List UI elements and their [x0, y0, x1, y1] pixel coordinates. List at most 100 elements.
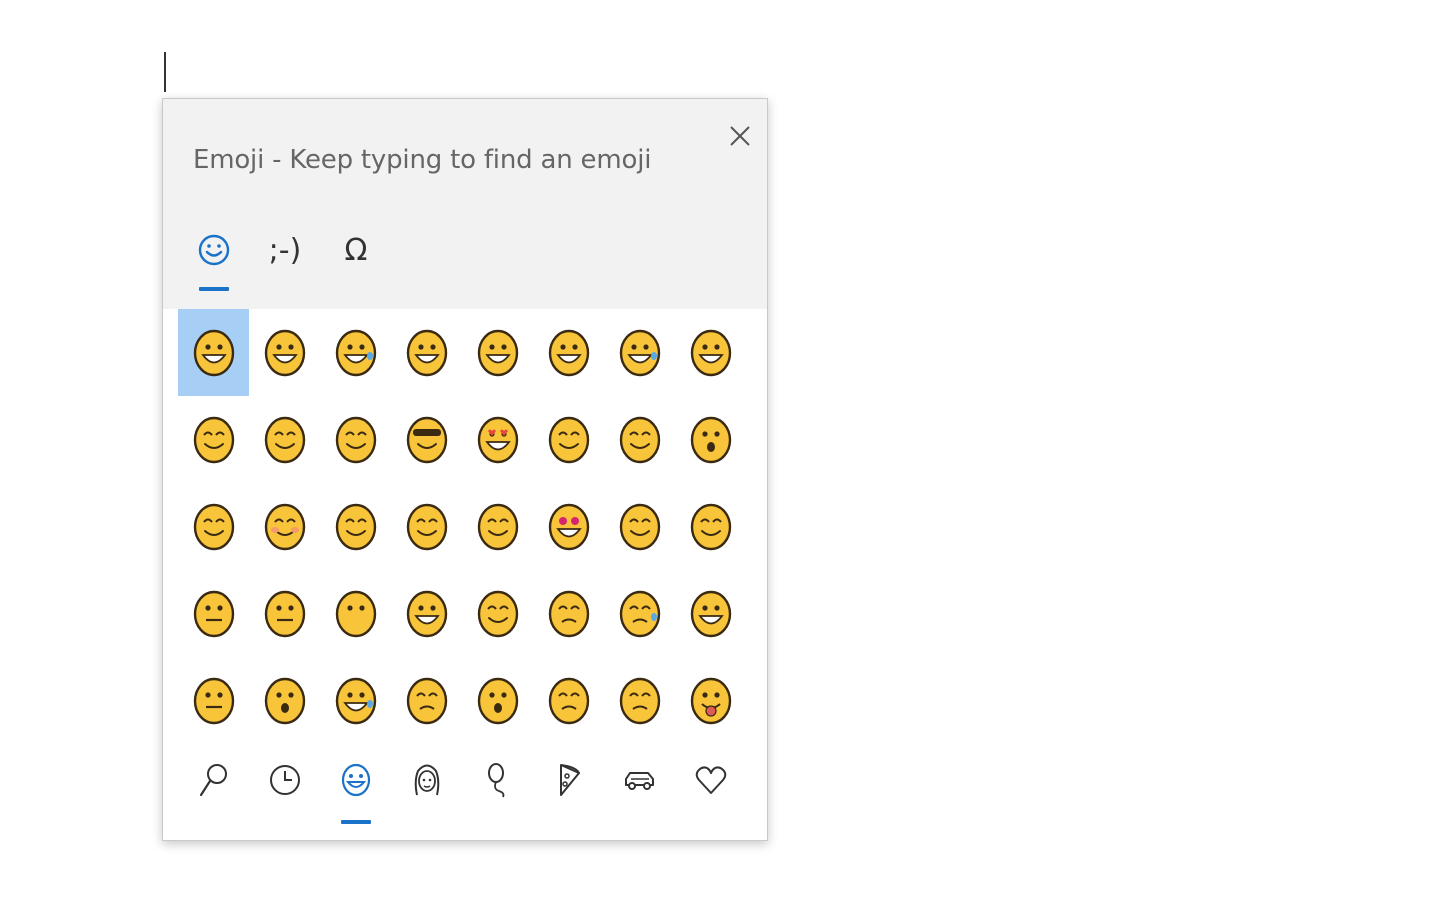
emoji-smiling-hand-over-mouth[interactable] — [178, 483, 249, 570]
symbols-label: Ω — [344, 232, 368, 268]
emoji-face-savoring-food[interactable] — [320, 396, 391, 483]
clock-icon — [270, 765, 300, 795]
tired-face-icon — [406, 677, 447, 724]
emoji-face-without-mouth[interactable] — [320, 570, 391, 657]
emoji-relieved-smiling-face[interactable] — [320, 483, 391, 570]
emoji-rolling-on-floor-laughing[interactable] — [391, 309, 462, 396]
tab-symbols[interactable]: Ω — [331, 225, 381, 275]
emoji-face-open-mouth[interactable] — [675, 570, 746, 657]
emoji-tired-face[interactable] — [391, 657, 462, 744]
emoji-smirking-face[interactable] — [462, 570, 533, 657]
disappointed-relieved-icon — [619, 590, 660, 637]
grimacing-face-icon — [264, 329, 305, 376]
category-travel[interactable] — [615, 755, 665, 805]
emoji-thinking-face[interactable] — [604, 483, 675, 570]
category-symbols[interactable] — [686, 755, 736, 805]
rolling-on-floor-laughing-icon — [406, 329, 447, 376]
emoji-laughing-squinting[interactable] — [675, 309, 746, 396]
panel-header: Emoji - Keep typing to find an emoji ;-)… — [163, 99, 767, 309]
face-rolling-eyes-icon — [406, 590, 447, 637]
grinning-sweat-icon — [619, 329, 660, 376]
category-food[interactable] — [544, 755, 594, 805]
grinning-face-icon — [193, 329, 234, 376]
face-savoring-food-icon — [335, 416, 376, 463]
face-with-tongue-icon — [690, 677, 731, 724]
emoji-zipper-mouth-face[interactable] — [178, 657, 249, 744]
category-celebration[interactable] — [473, 755, 523, 805]
category-people[interactable] — [402, 755, 452, 805]
smiling-face-open-mouth-icon — [477, 329, 518, 376]
zipper-mouth-face-icon — [193, 677, 234, 724]
active-category-indicator — [341, 820, 371, 824]
pizza-icon — [560, 764, 580, 796]
emoji-slightly-smiling-face[interactable] — [391, 483, 462, 570]
smirking-face-icon — [477, 590, 518, 637]
laughing-squinting-icon — [690, 329, 731, 376]
emoji-smiling-face-open-mouth[interactable] — [462, 309, 533, 396]
active-tab-indicator — [199, 287, 229, 291]
emoji-smiling-face-smiling-eyes[interactable] — [249, 396, 320, 483]
smiling-face-sunglasses-icon — [406, 416, 447, 463]
text-cursor — [164, 52, 166, 92]
category-search[interactable] — [189, 755, 239, 805]
emoji-smiling-face-hearts[interactable] — [604, 396, 675, 483]
emoji-disappointed-relieved[interactable] — [604, 570, 675, 657]
sad-sweat-face-icon — [335, 677, 376, 724]
hugging-face-icon — [477, 503, 518, 550]
emoji-sad-sweat-face[interactable] — [320, 657, 391, 744]
smiling-face-hearts-icon — [619, 416, 660, 463]
star-struck-icon — [548, 503, 589, 550]
emoji-face-shushing[interactable] — [675, 396, 746, 483]
emoji-grinning-smiling-eyes[interactable] — [533, 309, 604, 396]
emoji-hushed-face[interactable] — [249, 657, 320, 744]
emoji-sleeping-face[interactable] — [533, 657, 604, 744]
thinking-face-icon — [619, 503, 660, 550]
smiling-face-smiling-eyes-icon — [264, 416, 305, 463]
emoji-winking-face[interactable] — [178, 396, 249, 483]
yawning-face-icon — [477, 677, 518, 724]
emoji-persevering-face[interactable] — [533, 570, 604, 657]
emoji-expressionless-face[interactable] — [249, 570, 320, 657]
tab-kaomoji[interactable]: ;-) — [260, 225, 310, 275]
emoji-face-with-tears-of-joy[interactable] — [320, 309, 391, 396]
expressionless-face-icon — [264, 590, 305, 637]
balloon-icon — [488, 763, 505, 798]
emoji-relieved-face[interactable] — [604, 657, 675, 744]
close-icon — [730, 126, 750, 146]
emoji-face-rolling-eyes[interactable] — [391, 570, 462, 657]
emoji-grinning-face[interactable] — [178, 309, 249, 396]
heart-icon — [695, 766, 727, 794]
person-icon — [414, 764, 440, 796]
emoji-heart-eyes[interactable] — [462, 396, 533, 483]
emoji-smiling-face-sunglasses[interactable] — [391, 396, 462, 483]
face-blowing-kiss-icon — [548, 416, 589, 463]
emoji-panel: Emoji - Keep typing to find an emoji ;-)… — [162, 98, 768, 841]
emoji-yawning-face[interactable] — [462, 657, 533, 744]
emoji-face-with-tongue[interactable] — [675, 657, 746, 744]
grinning-smiling-eyes-icon — [548, 329, 589, 376]
neutral-face-icon — [193, 590, 234, 637]
blushing-face-icon — [264, 503, 305, 550]
persevering-face-icon — [548, 590, 589, 637]
emoji-grimacing-face[interactable] — [249, 309, 320, 396]
heart-eyes-icon — [477, 416, 518, 463]
close-button[interactable] — [723, 119, 757, 153]
emoji-blushing-face[interactable] — [249, 483, 320, 570]
face-with-tears-of-joy-icon — [335, 329, 376, 376]
emoji-star-struck[interactable] — [533, 483, 604, 570]
search-icon — [199, 764, 227, 797]
smiling-hand-over-mouth-icon — [193, 503, 234, 550]
category-recent[interactable] — [260, 755, 310, 805]
emoji-face-raised-eyebrow[interactable] — [675, 483, 746, 570]
category-smileys[interactable] — [331, 755, 381, 805]
face-without-mouth-icon — [335, 590, 376, 637]
smiley-icon — [198, 234, 230, 266]
face-raised-eyebrow-icon — [690, 503, 731, 550]
hushed-face-icon — [264, 677, 305, 724]
tab-emoji[interactable] — [189, 225, 239, 275]
emoji-face-blowing-kiss[interactable] — [533, 396, 604, 483]
emoji-grinning-sweat[interactable] — [604, 309, 675, 396]
emoji-neutral-face[interactable] — [178, 570, 249, 657]
slightly-smiling-face-icon — [406, 503, 447, 550]
emoji-hugging-face[interactable] — [462, 483, 533, 570]
